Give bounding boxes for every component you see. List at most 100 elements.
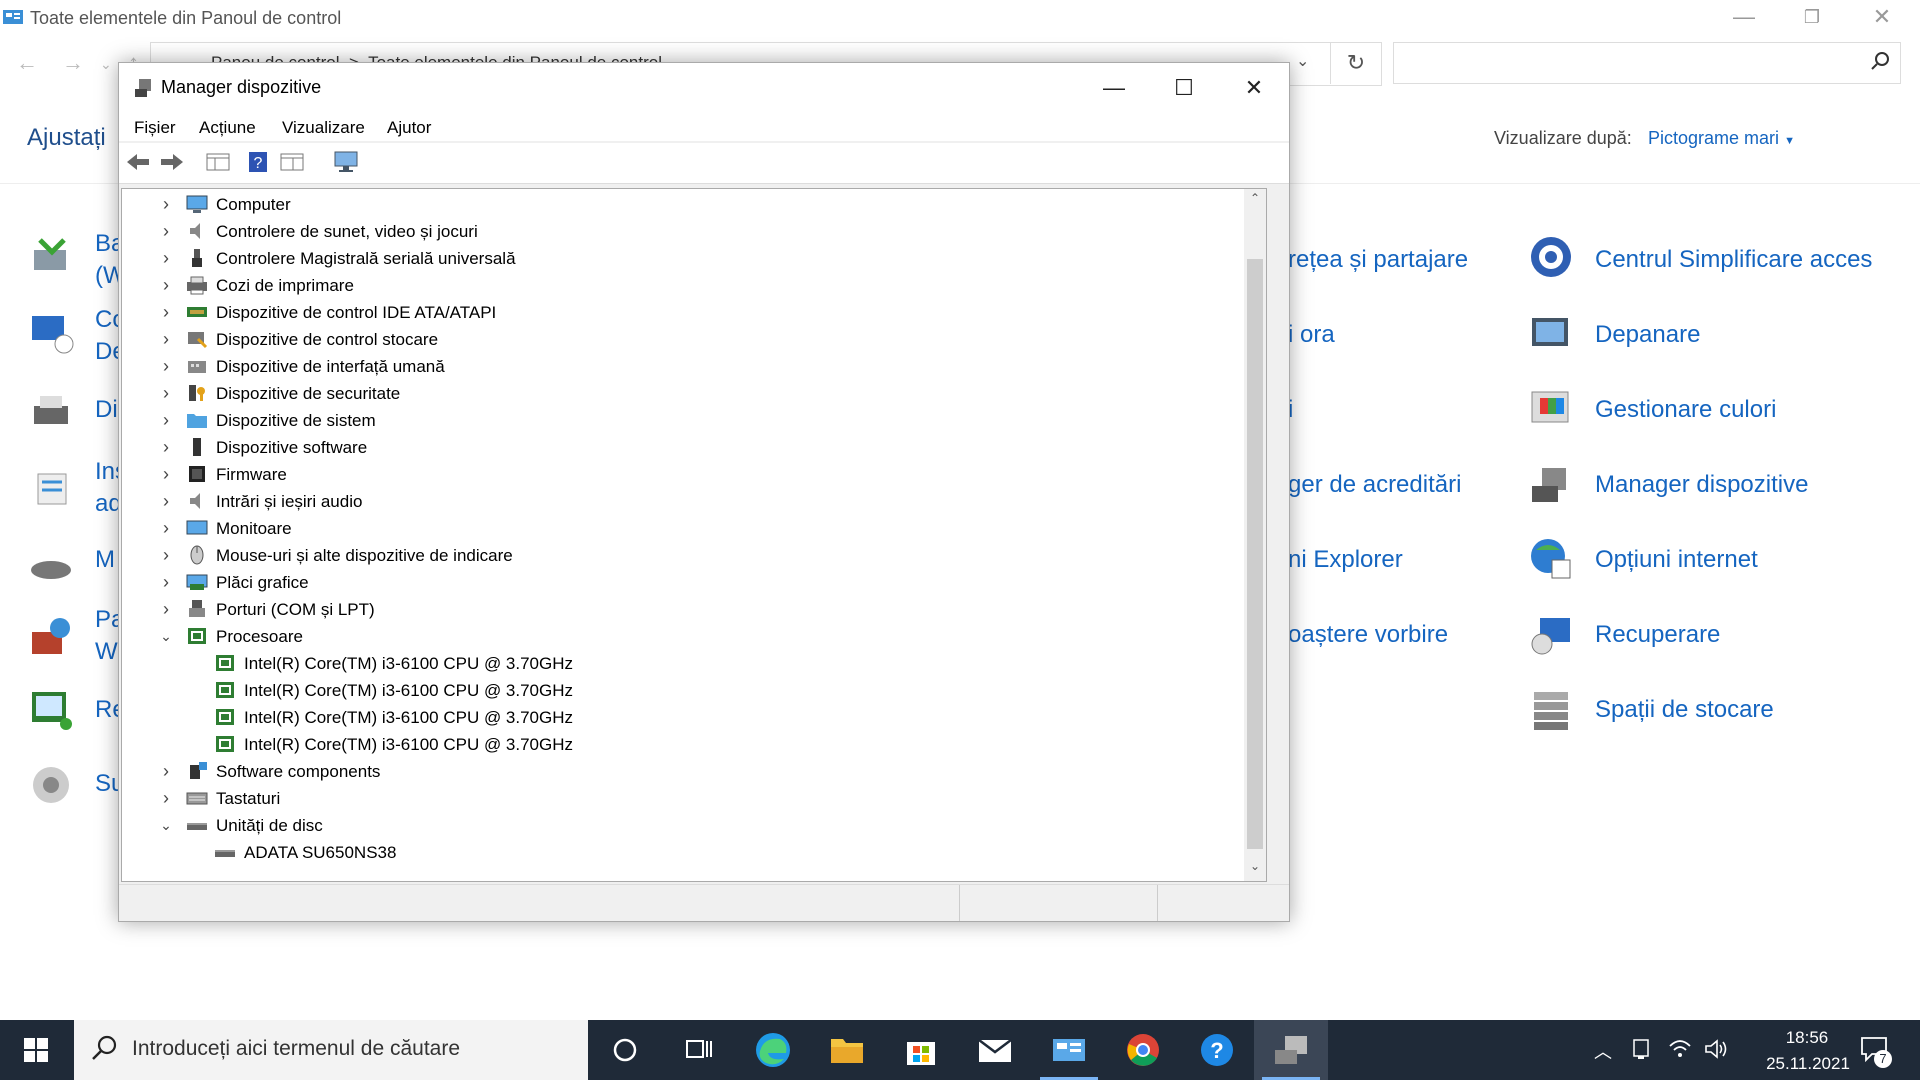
tree-category[interactable]: ⌄ Unități de disc — [122, 812, 1232, 839]
device-sync-icon[interactable] — [1632, 1038, 1652, 1060]
tree-category[interactable]: › Dispozitive de control stocare — [122, 326, 1232, 353]
scan-hardware-icon[interactable] — [333, 150, 359, 174]
tree-category[interactable]: › Controlere de sunet, video și jocuri — [122, 218, 1232, 245]
chevron-right-icon[interactable]: › — [158, 407, 174, 434]
chevron-right-icon[interactable]: › — [158, 272, 174, 299]
address-dropdown-icon[interactable]: ⌄ — [1296, 51, 1309, 71]
chevron-right-icon[interactable]: › — [158, 326, 174, 353]
tree-category[interactable]: › Software components — [122, 758, 1232, 785]
file-explorer-button[interactable] — [810, 1020, 884, 1080]
cp-item-ease-of-access[interactable]: Centrul Simplificare acces — [1595, 246, 1872, 274]
notifications-button[interactable]: 7 — [1858, 1034, 1894, 1068]
clock-time[interactable]: 18:56 — [1762, 1028, 1852, 1048]
minimize-icon[interactable]: — — [1714, 0, 1774, 34]
chevron-right-icon[interactable]: › — [158, 596, 174, 623]
clock-date[interactable]: 25.11.2021 — [1758, 1054, 1858, 1074]
cp-item-color-management[interactable]: Gestionare culori — [1595, 396, 1776, 424]
chevron-right-icon[interactable]: › — [158, 569, 174, 596]
wifi-icon[interactable] — [1668, 1038, 1692, 1060]
cp-item-device-manager[interactable]: Manager dispozitive — [1595, 471, 1808, 499]
menu-view[interactable]: Vizualizare — [282, 118, 365, 138]
tree-category[interactable]: › Plăci grafice — [122, 569, 1232, 596]
volume-icon[interactable] — [1704, 1038, 1728, 1060]
chevron-right-icon[interactable]: › — [158, 245, 174, 272]
help-button[interactable]: ? — [1180, 1020, 1254, 1080]
chevron-right-icon[interactable]: › — [158, 218, 174, 245]
tree-category[interactable]: › Dispozitive de control IDE ATA/ATAPI — [122, 299, 1232, 326]
tree-child-item[interactable]: Intel(R) Core(TM) i3-6100 CPU @ 3.70GHz — [122, 704, 1232, 731]
chevron-right-icon[interactable]: › — [158, 785, 174, 812]
menu-help[interactable]: Ajutor — [387, 118, 431, 138]
forward-arrow-icon[interactable]: → — [62, 50, 84, 76]
close-icon[interactable]: ✕ — [1852, 0, 1912, 34]
control-panel-search-input[interactable] — [1393, 42, 1901, 84]
minimize-icon[interactable]: — — [1079, 63, 1149, 113]
tree-child-item[interactable]: ADATA SU650NS38 — [122, 839, 1232, 866]
forward-arrow-icon[interactable] — [159, 150, 185, 174]
tree-category[interactable]: › Tastaturi — [122, 785, 1232, 812]
cp-item-mouse[interactable]: M — [95, 544, 115, 576]
cp-item-devices-printers[interactable]: Di — [95, 394, 118, 426]
tree-category[interactable]: › Computer — [122, 191, 1232, 218]
vertical-scrollbar[interactable]: ⌃ ⌄ — [1244, 189, 1266, 881]
chevron-right-icon[interactable]: › — [158, 515, 174, 542]
chevron-down-icon[interactable]: ⌄ — [158, 812, 174, 839]
show-hide-console-tree-icon[interactable] — [205, 150, 231, 174]
tree-category[interactable]: › Mouse-uri și alte dispozitive de indica… — [122, 542, 1232, 569]
chevron-right-icon[interactable]: › — [158, 353, 174, 380]
tree-category[interactable]: › Dispozitive software — [122, 434, 1232, 461]
chevron-right-icon[interactable]: › — [158, 191, 174, 218]
taskbar-search-box[interactable]: Introduceți aici termenul de căutare — [74, 1020, 588, 1080]
tree-category[interactable]: › Controlere Magistrală serială universal… — [122, 245, 1232, 272]
chevron-right-icon[interactable]: › — [158, 488, 174, 515]
view-by-dropdown[interactable]: Pictograme mari ▼ — [1648, 128, 1795, 149]
scrollbar-thumb[interactable] — [1247, 259, 1263, 849]
device-manager-titlebar[interactable]: Manager dispozitive — ☐ ✕ — [119, 63, 1289, 113]
tree-category[interactable]: › Cozi de imprimare — [122, 272, 1232, 299]
restore-icon[interactable]: ❐ — [1782, 0, 1842, 34]
tree-category[interactable]: › Dispozitive de sistem — [122, 407, 1232, 434]
tree-category[interactable]: › Intrări și ieșiri audio — [122, 488, 1232, 515]
help-icon[interactable]: ? — [245, 150, 271, 174]
recent-chevron-icon[interactable]: ⌄ — [100, 56, 112, 73]
tree-child-item[interactable]: Intel(R) Core(TM) i3-6100 CPU @ 3.70GHz — [122, 650, 1232, 677]
menu-file[interactable]: Fișier — [134, 118, 176, 138]
chevron-right-icon[interactable]: › — [158, 758, 174, 785]
control-panel-button[interactable] — [1032, 1020, 1106, 1080]
tree-category[interactable]: › Monitoare — [122, 515, 1232, 542]
cp-item-internet-options[interactable]: Opțiuni internet — [1595, 546, 1758, 574]
refresh-icon[interactable]: ↻ — [1330, 42, 1381, 84]
cp-item-file-explorer[interactable]: ni Explorer — [1288, 546, 1403, 574]
cortana-button[interactable] — [588, 1020, 662, 1080]
tree-category[interactable]: › Porturi (COM și LPT) — [122, 596, 1232, 623]
tree-child-item[interactable]: Intel(R) Core(TM) i3-6100 CPU @ 3.70GHz — [122, 731, 1232, 758]
store-button[interactable] — [884, 1020, 958, 1080]
chevron-right-icon[interactable]: › — [158, 434, 174, 461]
scroll-down-icon[interactable]: ⌄ — [1244, 859, 1266, 879]
cp-item-recovery[interactable]: Recuperare — [1595, 621, 1720, 649]
chrome-button[interactable] — [1106, 1020, 1180, 1080]
cp-item-troubleshooting[interactable]: Depanare — [1595, 321, 1700, 349]
chevron-right-icon[interactable]: › — [158, 461, 174, 488]
tree-category[interactable]: ⌄ Procesoare — [122, 623, 1232, 650]
edge-button[interactable] — [736, 1020, 810, 1080]
cp-item-speech[interactable]: oaștere vorbire — [1288, 621, 1448, 649]
device-manager-taskbar-button[interactable] — [1254, 1020, 1328, 1080]
properties-icon[interactable] — [279, 150, 305, 174]
tree-category[interactable]: › Firmware — [122, 461, 1232, 488]
chevron-right-icon[interactable]: › — [158, 542, 174, 569]
chevron-right-icon[interactable]: › — [158, 299, 174, 326]
cp-item-credential-manager[interactable]: ger de acreditări — [1288, 471, 1461, 499]
scroll-up-icon[interactable]: ⌃ — [1244, 191, 1266, 211]
show-hidden-icons-icon[interactable]: ︿ — [1594, 1038, 1612, 1064]
chevron-down-icon[interactable]: ⌄ — [158, 623, 174, 650]
cp-item-date-time[interactable]: i ora — [1288, 321, 1335, 349]
task-view-button[interactable] — [662, 1020, 736, 1080]
cp-item-storage-spaces[interactable]: Spații de stocare — [1595, 696, 1774, 724]
close-icon[interactable]: ✕ — [1219, 63, 1289, 113]
maximize-icon[interactable]: ☐ — [1149, 63, 1219, 113]
mail-button[interactable] — [958, 1020, 1032, 1080]
tree-child-item[interactable]: Intel(R) Core(TM) i3-6100 CPU @ 3.70GHz — [122, 677, 1232, 704]
back-arrow-icon[interactable]: ← — [16, 50, 38, 76]
cp-item-network[interactable]: rețea și partajare — [1288, 246, 1468, 274]
